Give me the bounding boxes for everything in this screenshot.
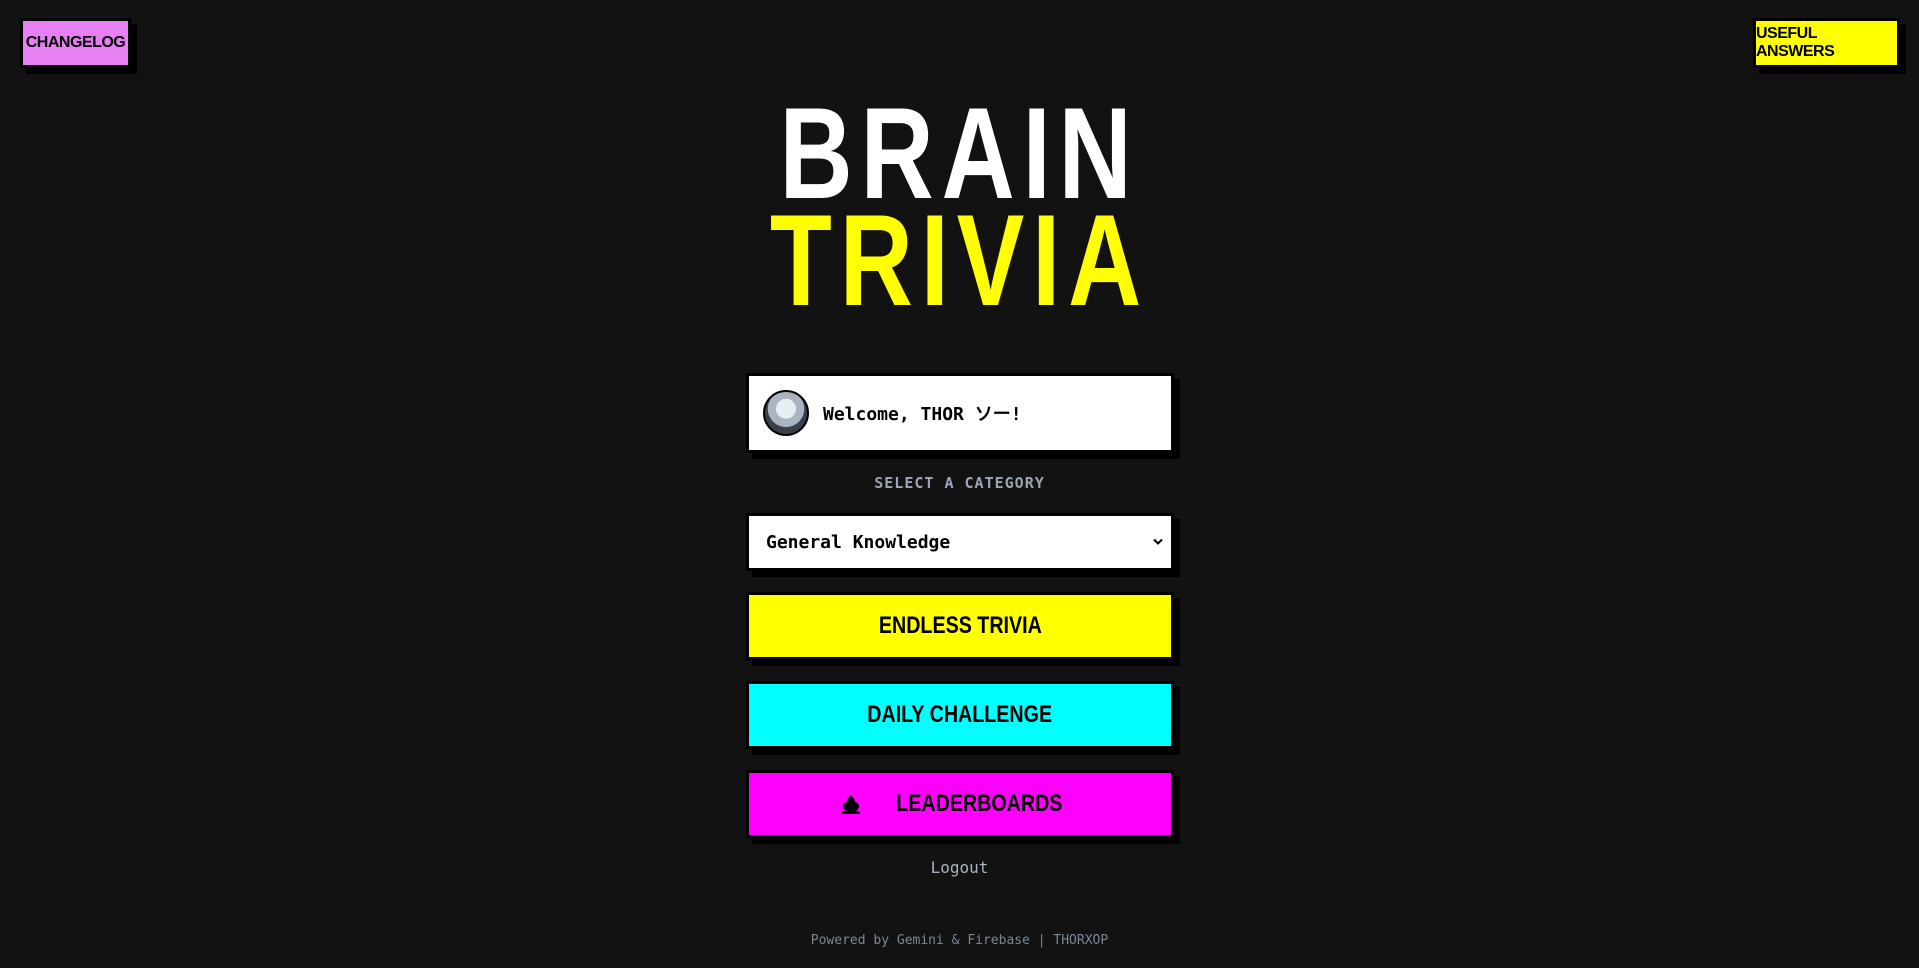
title-line-2: TRIVIA	[769, 187, 1150, 333]
chevron-down-icon	[1153, 537, 1163, 547]
category-select-value: General Knowledge	[766, 531, 951, 553]
avatar	[763, 390, 809, 436]
welcome-text: Welcome, THOR ソー!	[823, 404, 1022, 425]
footer-text: Powered by Gemini & Firebase | THORXOP	[810, 933, 1109, 948]
changelog-button[interactable]: CHANGELOG	[20, 18, 131, 68]
useful-answers-button[interactable]: USEFUL ANSWERS	[1753, 18, 1900, 68]
daily-challenge-button[interactable]: DAILY CHALLENGE	[746, 681, 1174, 749]
leaderboards-button[interactable]: LEADERBOARDS	[746, 770, 1174, 838]
category-select[interactable]: General Knowledge	[746, 513, 1174, 571]
select-category-label: SELECT A CATEGORY	[874, 474, 1045, 492]
logout-link[interactable]: Logout	[0, 858, 1919, 877]
daily-challenge-label: DAILY CHALLENGE	[867, 701, 1053, 728]
leaderboards-label: LEADERBOARDS	[895, 790, 1063, 817]
trophy-icon	[840, 793, 862, 815]
endless-trivia-label: ENDLESS TRIVIA	[878, 612, 1042, 639]
welcome-card: Welcome, THOR ソー!	[746, 373, 1174, 453]
endless-trivia-button[interactable]: ENDLESS TRIVIA	[746, 592, 1174, 660]
